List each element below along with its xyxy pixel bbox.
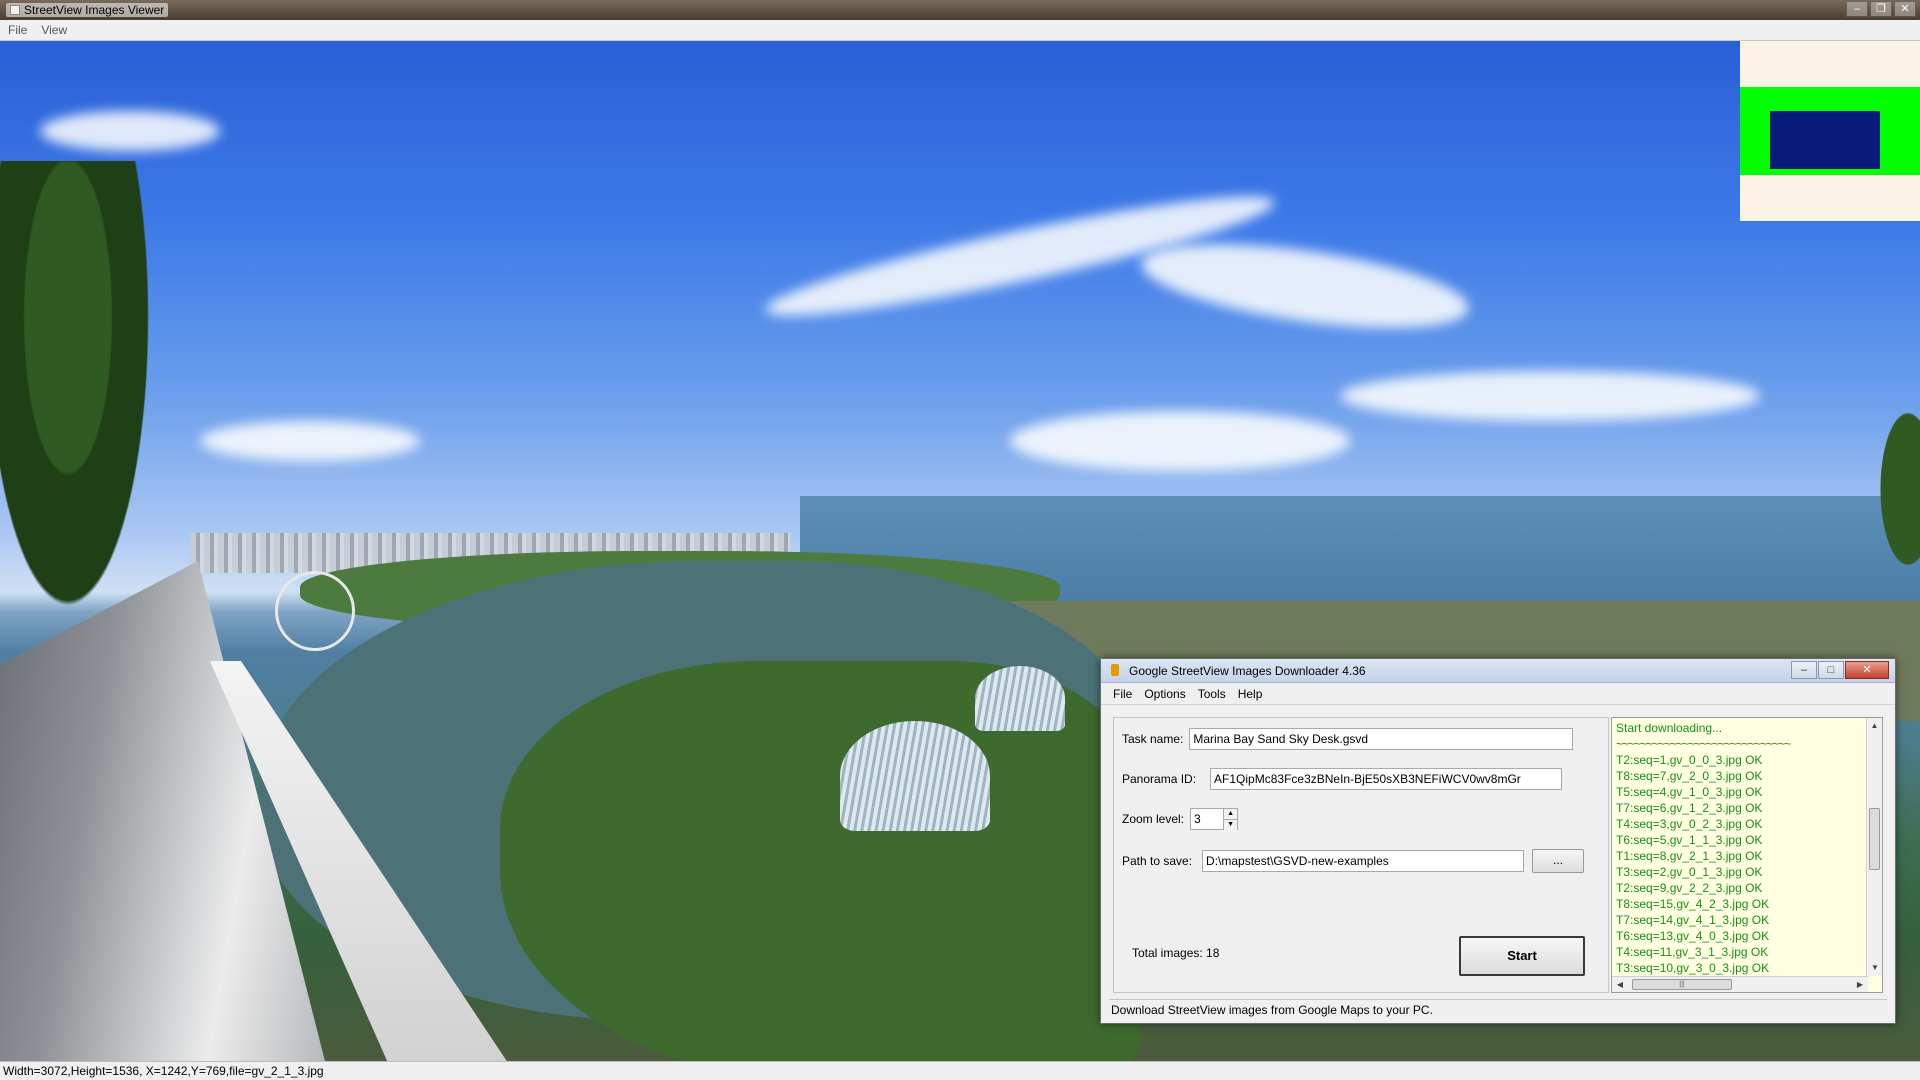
dialog-menu-options[interactable]: Options: [1144, 687, 1185, 701]
log-vertical-scrollbar[interactable]: ▲ ▼: [1866, 718, 1882, 976]
log-horizontal-scrollbar[interactable]: ◀ ||| ▶: [1612, 976, 1868, 992]
log-line: T1:seq=8,gv_2_1_3.jpg OK: [1616, 849, 1763, 863]
download-log[interactable]: Start downloading... ~~~~~~~~~~~~~~~~~~~…: [1611, 717, 1883, 993]
app-icon: [10, 5, 20, 15]
log-line: T5:seq=4,gv_1_0_3.jpg OK: [1616, 785, 1763, 799]
close-icon[interactable]: ✕: [1894, 1, 1916, 17]
log-line: T7:seq=6,gv_1_2_3.jpg OK: [1616, 801, 1763, 815]
viewer-menu-file[interactable]: File: [8, 23, 27, 37]
log-line: T3:seq=10,gv_3_0_3.jpg OK: [1616, 961, 1770, 975]
zoom-level-row: Zoom level: 3 ▲ ▼: [1122, 808, 1239, 830]
browse-button[interactable]: ...: [1532, 849, 1585, 873]
zoom-level-input[interactable]: 3: [1190, 808, 1225, 830]
cloud: [1010, 411, 1350, 471]
scroll-right-icon[interactable]: ▶: [1852, 977, 1868, 993]
chevron-down-icon[interactable]: ▼: [1224, 819, 1238, 830]
log-line: T4:seq=11,gv_3_1_3.jpg OK: [1616, 945, 1769, 959]
log-line: T6:seq=5,gv_1_1_3.jpg OK: [1616, 833, 1763, 847]
dialog-titlebar: Google StreetView Images Downloader 4.36…: [1101, 659, 1895, 683]
dialog-menubar: File Options Tools Help: [1101, 683, 1895, 705]
palm-tree: [1860, 401, 1920, 621]
viewer-title-text: StreetView Images Viewer: [24, 3, 165, 17]
ferris-wheel: [275, 571, 355, 651]
scroll-up-icon[interactable]: ▲: [1867, 718, 1882, 734]
log-line: T2:seq=9,gv_2_2_3.jpg OK: [1616, 881, 1763, 895]
zoom-level-label: Zoom level:: [1122, 812, 1185, 826]
task-form: Task name: Marina Bay Sand Sky Desk.gsvd…: [1113, 717, 1609, 993]
viewer-menubar: File View: [0, 20, 1920, 41]
path-row: Path to save: D:\mapstest\GSVD-new-examp…: [1122, 849, 1585, 873]
minimap[interactable]: [1740, 41, 1920, 221]
log-line: T3:seq=2,gv_0_1_3.jpg OK: [1616, 865, 1763, 879]
path-input[interactable]: D:\mapstest\GSVD-new-examples: [1202, 850, 1525, 872]
dome: [840, 721, 990, 831]
scrollbar-thumb[interactable]: [1869, 808, 1880, 870]
log-line: ~~~~~~~~~~~~~~~~~~~~~~~~~~~~~: [1616, 737, 1791, 751]
viewer-status-bar: Width=3072,Height=1536, X=1242,Y=769,fil…: [0, 1061, 1920, 1080]
panorama-id-row: Panorama ID: AF1QipMc83Fce3zBNeIn-BjE50s…: [1122, 768, 1563, 790]
log-line: T6:seq=13,gv_4_0_3.jpg OK: [1616, 929, 1770, 943]
dialog-menu-help[interactable]: Help: [1238, 687, 1263, 701]
maximize-icon[interactable]: □: [1818, 661, 1844, 679]
minimize-icon[interactable]: –: [1791, 661, 1817, 679]
dome: [975, 666, 1065, 731]
minimap-viewport[interactable]: [1770, 111, 1880, 169]
log-line: T4:seq=3,gv_0_2_3.jpg OK: [1616, 817, 1763, 831]
viewer-window-controls: – ❐ ✕: [1846, 1, 1916, 17]
cloud: [40, 111, 220, 151]
dialog-menu-tools[interactable]: Tools: [1198, 687, 1226, 701]
dialog-window-controls: – □ ✕: [1791, 661, 1889, 679]
log-lines: Start downloading... ~~~~~~~~~~~~~~~~~~~…: [1612, 718, 1868, 976]
cloud: [1340, 371, 1760, 421]
dialog-status-bar: Download StreetView images from Google M…: [1109, 999, 1887, 1019]
log-line: Start downloading...: [1616, 721, 1723, 735]
cloud: [1136, 228, 1474, 344]
zoom-level-stepper[interactable]: 3 ▲ ▼: [1190, 808, 1239, 830]
scroll-down-icon[interactable]: ▼: [1867, 960, 1883, 976]
dialog-app-icon: [1111, 664, 1119, 676]
zoom-level-arrows: ▲ ▼: [1224, 808, 1239, 830]
log-line: T7:seq=14,gv_4_1_3.jpg OK: [1616, 913, 1770, 927]
palm-tree: [0, 161, 170, 681]
viewer-menu-view[interactable]: View: [41, 23, 67, 37]
log-line: T2:seq=1,gv_0_0_3.jpg OK: [1616, 753, 1763, 767]
restore-icon[interactable]: ❐: [1870, 1, 1892, 17]
task-name-input[interactable]: Marina Bay Sand Sky Desk.gsvd: [1189, 728, 1574, 750]
dialog-title: Google StreetView Images Downloader 4.36: [1129, 664, 1366, 678]
task-name-row: Task name: Marina Bay Sand Sky Desk.gsvd: [1122, 728, 1574, 750]
log-line: T8:seq=7,gv_2_0_3.jpg OK: [1616, 769, 1763, 783]
dialog-menu-file[interactable]: File: [1113, 687, 1132, 701]
cloud: [200, 421, 420, 461]
total-images-label: Total images: 18: [1132, 946, 1220, 960]
downloader-dialog: Google StreetView Images Downloader 4.36…: [1100, 658, 1896, 1024]
close-icon[interactable]: ✕: [1845, 661, 1889, 679]
minimize-icon[interactable]: –: [1846, 1, 1868, 17]
viewer-titlebar: StreetView Images Viewer – ❐ ✕: [0, 0, 1920, 20]
chevron-up-icon[interactable]: ▲: [1224, 809, 1238, 819]
log-line: T8:seq=15,gv_4_2_3.jpg OK: [1616, 897, 1770, 911]
scroll-left-icon[interactable]: ◀: [1612, 977, 1628, 993]
task-name-label: Task name:: [1122, 732, 1184, 746]
total-images-row: Total images: 18: [1132, 946, 1219, 960]
start-button[interactable]: Start: [1459, 936, 1585, 976]
panorama-id-input[interactable]: AF1QipMc83Fce3zBNeIn-BjE50sXB3NEFiWCV0wv…: [1210, 768, 1563, 790]
panorama-id-label: Panorama ID:: [1122, 772, 1197, 786]
scrollbar-thumb[interactable]: |||: [1632, 979, 1732, 990]
path-label: Path to save:: [1122, 854, 1193, 868]
viewer-title: StreetView Images Viewer: [6, 3, 169, 17]
